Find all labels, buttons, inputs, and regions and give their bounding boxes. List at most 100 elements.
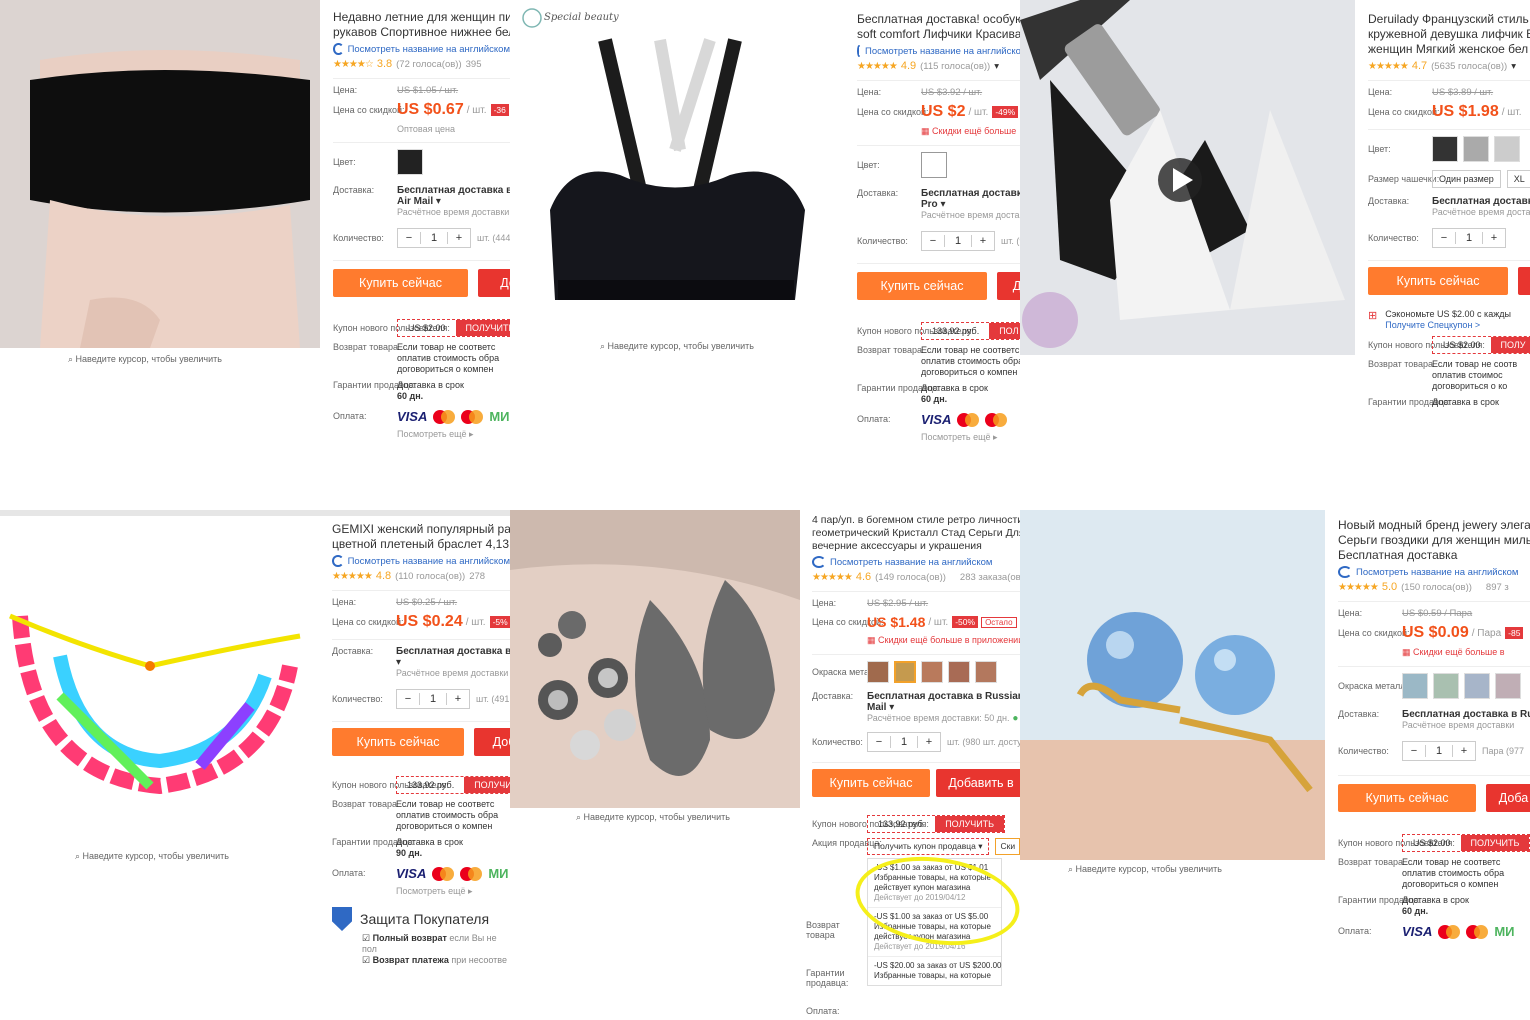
hover-zoom-hint: ⌕ Наведите курсор, чтобы увеличить	[75, 851, 229, 861]
buy-now-button[interactable]: Купить сейчас	[333, 269, 468, 297]
seller-coupon-dropdown[interactable]: Получить купон продавца ▾	[867, 838, 990, 855]
rating: ★★★★☆ 3.8 (72 голоса(ов)) 395	[333, 58, 482, 70]
minus-button[interactable]: −	[868, 736, 890, 748]
payment-methods: VISA МИ	[396, 866, 509, 881]
side-labels: Возврат товара Гарантии продавца: Оплата:	[806, 920, 849, 1016]
plus-button[interactable]: +	[918, 736, 940, 748]
hover-zoom-hint: ⌕ Наведите курсор, чтобы увеличить	[1068, 864, 1222, 874]
color-swatch[interactable]	[1432, 136, 1458, 162]
sale-price: US $0.24	[396, 613, 463, 630]
buy-now-button[interactable]: Купить сейчас	[1368, 267, 1508, 295]
buy-now-button[interactable]: Купить сейчас	[1338, 784, 1476, 812]
quantity-stepper[interactable]: −1 +	[1432, 228, 1506, 248]
quantity-stepper[interactable]: −1 +	[921, 231, 995, 251]
add-to-cart-button[interactable]: Добавить в	[936, 769, 1020, 797]
sale-price: US $1.48	[867, 614, 926, 630]
add-to-cart-button[interactable]: До	[478, 269, 510, 297]
wholesale-link[interactable]: Оптовая цена	[397, 124, 455, 134]
new-user-coupon[interactable]: 133,92 руб. ПОЛ	[921, 322, 1020, 340]
app-discount-link[interactable]: ▦ Скидки ещё больше	[921, 126, 1016, 137]
quantity-stepper[interactable]: −1 +	[1402, 741, 1476, 761]
metal-swatch[interactable]	[975, 661, 997, 683]
tile-crystal-studs: ⌕ Наведите курсор, чтобы увеличить Новый…	[1020, 510, 1530, 1020]
product-info: GEMIXI женский популярный разно цветной …	[320, 522, 510, 1020]
maestro-icon	[461, 409, 484, 424]
minus-button[interactable]: −	[398, 232, 420, 244]
plus-button[interactable]: +	[1483, 232, 1505, 244]
metal-swatch[interactable]	[1402, 673, 1428, 699]
see-more-link[interactable]: Посмотреть ещё ▸	[921, 432, 998, 443]
color-swatch[interactable]	[921, 152, 947, 178]
add-to-cart-button[interactable]: Д	[997, 272, 1020, 300]
app-discount-link[interactable]: ▦ Скидки ещё больше в	[1402, 647, 1505, 658]
color-swatch[interactable]	[1494, 136, 1520, 162]
translate-link[interactable]: Посмотреть название на английском	[1338, 566, 1530, 578]
old-price: US $1.05 / шт.	[397, 85, 459, 96]
new-user-coupon[interactable]: US $2.00 ПОЛУЧИТЬ	[1402, 834, 1530, 852]
translate-icon	[1338, 566, 1352, 578]
translate-icon	[332, 555, 344, 567]
buy-now-button[interactable]: Купить сейчас	[812, 769, 930, 797]
translate-link[interactable]: Посмотреть название на английском	[333, 43, 510, 55]
product-image[interactable]	[1020, 0, 1355, 355]
quantity-stepper[interactable]: −1 +	[397, 228, 471, 248]
sports-bra-photo	[522, 8, 805, 300]
metal-swatch[interactable]	[1464, 673, 1490, 699]
new-user-coupon[interactable]: 133,92 руб. ПОЛУЧИ	[396, 776, 510, 794]
translate-link[interactable]: Посмотреть название на английском	[812, 556, 1020, 568]
plus-button[interactable]: +	[447, 693, 469, 705]
translate-link[interactable]: Посмотреть название на английском	[332, 555, 510, 567]
size-option[interactable]: Один размер	[1432, 170, 1501, 188]
product-info: Новый модный бренд jewery элеган Серьги …	[1325, 518, 1530, 1020]
see-more-link[interactable]: Посмотреть ещё ▸	[397, 429, 474, 440]
plus-button[interactable]: +	[1453, 745, 1475, 757]
maestro-icon	[985, 412, 1008, 427]
product-image[interactable]	[510, 0, 840, 335]
minus-button[interactable]: −	[922, 235, 944, 247]
see-more-link[interactable]: Посмотреть ещё ▸	[396, 886, 473, 897]
minus-button[interactable]: −	[397, 693, 419, 705]
brand-logo: Special beauty	[544, 12, 619, 23]
metal-swatch[interactable]	[921, 661, 943, 683]
translate-icon	[857, 45, 861, 57]
special-coupon-link[interactable]: Получите Спецкупон >	[1385, 320, 1480, 330]
translate-link[interactable]: Посмотреть название на английском	[857, 45, 1020, 57]
add-to-cart-button[interactable]: Доба	[1486, 784, 1530, 812]
minus-button[interactable]: −	[1433, 232, 1455, 244]
product-image[interactable]	[0, 0, 320, 348]
mastercard-icon	[432, 866, 455, 881]
metal-swatch[interactable]	[1433, 673, 1459, 699]
product-image[interactable]	[0, 516, 320, 846]
payment-methods: VISA	[921, 412, 1008, 427]
lace-bralette-photo	[1020, 0, 1355, 355]
minus-button[interactable]: −	[1403, 745, 1425, 757]
quantity-stepper[interactable]: −1 +	[867, 732, 941, 752]
coupon-offer[interactable]: -US $20.00 за заказ от US $200.00 Избранн…	[868, 957, 1002, 985]
plus-button[interactable]: +	[448, 232, 470, 244]
app-discount-link[interactable]: ▦ Скидки ещё больше в приложении ▾	[867, 635, 1020, 646]
plus-button[interactable]: +	[972, 235, 994, 247]
maestro-icon	[460, 866, 483, 881]
mastercard-icon	[957, 412, 980, 427]
size-option[interactable]: XL	[1506, 170, 1530, 188]
metal-swatch[interactable]	[894, 661, 916, 683]
color-swatch[interactable]	[397, 149, 423, 175]
product-title-line: рукавов Спортивное нижнее бел	[333, 25, 510, 39]
mastercard-icon	[1438, 924, 1461, 939]
metal-swatch[interactable]	[867, 661, 889, 683]
product-image[interactable]	[510, 510, 800, 808]
quantity-stepper[interactable]: −1 +	[396, 689, 470, 709]
hover-zoom-hint: ⌕ Наведите курсор, чтобы увеличить	[600, 341, 754, 351]
buy-now-button[interactable]: Купить сейчас	[857, 272, 987, 300]
new-user-coupon[interactable]: US $2.00 ПОЛУ	[1432, 336, 1530, 354]
buy-now-button[interactable]: Купить сейчас	[332, 728, 464, 756]
product-image[interactable]	[1020, 510, 1325, 860]
add-to-cart-button[interactable]: Доб	[474, 728, 510, 756]
metal-swatch[interactable]	[948, 661, 970, 683]
metal-swatch[interactable]	[1495, 673, 1521, 699]
new-user-coupon[interactable]: 133,92 руб. ПОЛУЧИТЬ	[867, 815, 1006, 833]
color-swatch[interactable]	[1463, 136, 1489, 162]
translate-icon	[333, 43, 344, 55]
add-to-cart-button[interactable]	[1518, 267, 1530, 295]
new-user-coupon[interactable]: US $2.00 ПОЛУЧИТЬ	[397, 319, 510, 337]
